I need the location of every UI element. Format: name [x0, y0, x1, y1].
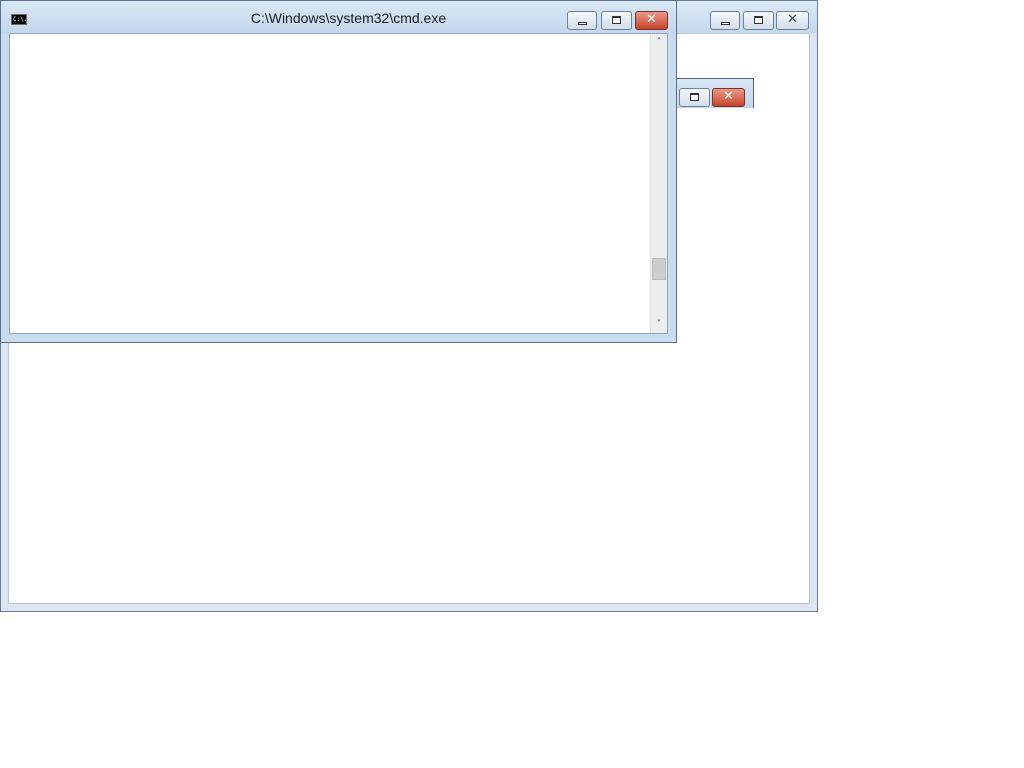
scroll-down-icon[interactable]: ˅ [651, 316, 667, 333]
middle-maximize-button[interactable] [679, 88, 710, 107]
maximize-icon [612, 16, 621, 24]
vertical-scrollbar[interactable]: ˄ ˅ [650, 34, 667, 333]
scroll-up-icon[interactable]: ˄ [651, 34, 667, 51]
background-maximize-button[interactable] [743, 11, 774, 30]
maximize-icon [690, 93, 699, 101]
console-output-area[interactable]: ˄ ˅ [9, 33, 668, 334]
maximize-button[interactable] [601, 11, 632, 30]
minimize-icon [578, 22, 587, 25]
close-icon: ✕ [787, 12, 798, 27]
maximize-icon [754, 16, 763, 24]
background-minimize-button[interactable] [710, 11, 740, 30]
cmd-window-titlebar[interactable]: C:\. C:\Windows\system32\cmd.exe ✕ [1, 1, 676, 33]
minimize-button[interactable] [567, 11, 597, 30]
scrollbar-thumb[interactable] [652, 258, 666, 280]
background-close-button[interactable]: ✕ [776, 11, 809, 30]
close-icon: ✕ [646, 12, 657, 27]
close-icon: ✕ [723, 89, 734, 104]
close-button[interactable]: ✕ [635, 11, 668, 30]
middle-close-button[interactable]: ✕ [712, 88, 745, 107]
minimize-icon [721, 22, 730, 25]
cmd-window: C:\. C:\Windows\system32\cmd.exe ✕ ˄ ˅ [0, 0, 677, 343]
